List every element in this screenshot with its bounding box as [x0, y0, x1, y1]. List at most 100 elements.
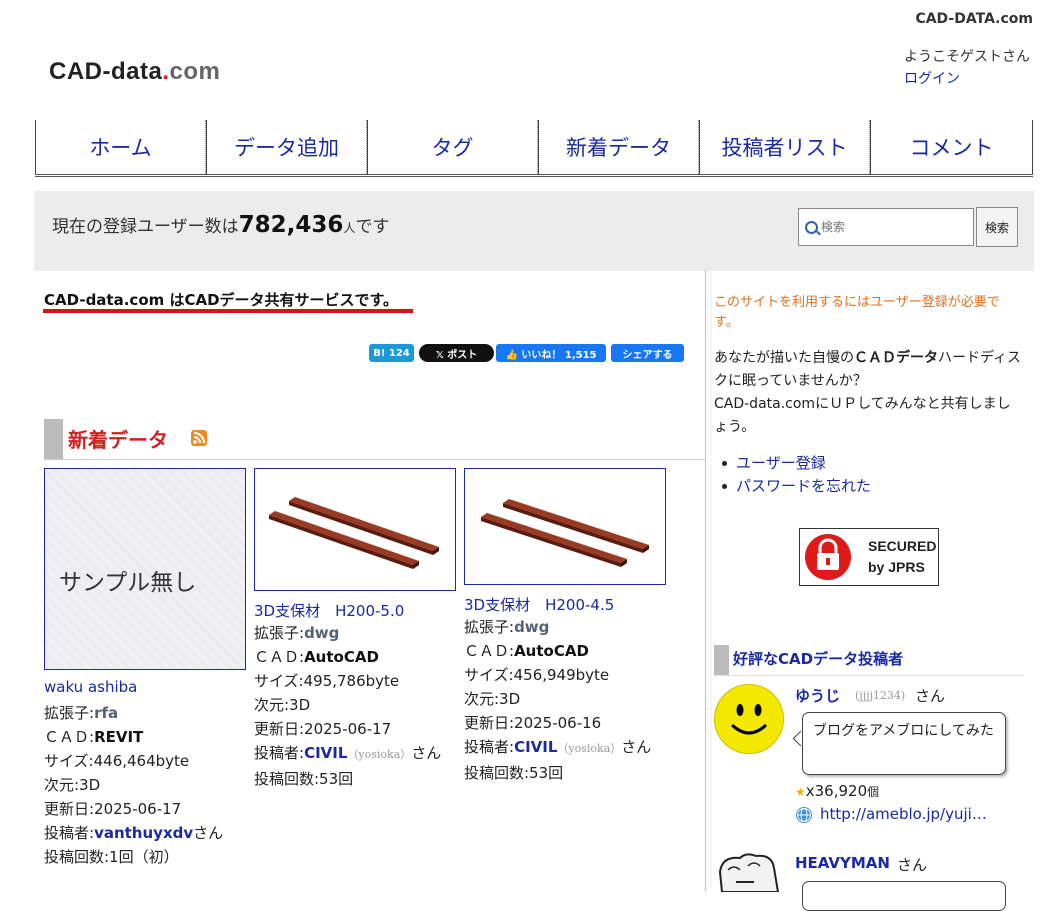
login-link[interactable]: ログイン — [904, 68, 960, 88]
globe-icon — [796, 807, 812, 823]
poster-link[interactable]: CIVIL — [514, 738, 557, 756]
post-count-text: 投稿回数:53回 — [254, 770, 354, 788]
nav-new-data[interactable]: 新着データ — [538, 120, 699, 174]
facebook-like-button[interactable]: 👍 いいね！ 1,515 — [496, 344, 606, 362]
logo-dot: . — [162, 58, 170, 85]
heavyman-avatar[interactable] — [716, 852, 784, 893]
section-divider — [44, 459, 705, 460]
ext-label: 拡張子: — [254, 624, 305, 642]
registration-note: このサイトを利用するにはユーザー登録が必要です。 — [714, 295, 1000, 330]
nav-add-data[interactable]: データ追加 — [206, 120, 367, 174]
column-divider — [705, 271, 706, 891]
nav-poster-list[interactable]: 投稿者リスト — [699, 120, 870, 174]
cad-label: ＣＡＤ: — [44, 728, 95, 746]
search-input[interactable] — [798, 208, 974, 246]
user-count-suffix: です — [355, 217, 390, 237]
user-count-text: 現在の登録ユーザー数は782,436人です — [52, 212, 389, 238]
user-count-number: 782,436 — [238, 212, 344, 238]
post-count-text: 投稿回数:1回（初） — [44, 848, 179, 866]
user-count-prefix: 現在の登録ユーザー数は — [52, 217, 239, 237]
speech-bubble: ブログをアメブロにしてみた — [802, 712, 1006, 775]
dimension-text: 次元:3D — [44, 776, 101, 794]
updated-text: 更新日:2025-06-16 — [464, 714, 602, 732]
beam-3d-image — [269, 497, 439, 569]
service-tagline: CAD-data.com はCADデータ共有サービスです。 — [44, 291, 399, 309]
tagline-underline — [43, 309, 413, 313]
poster-link[interactable]: CIVIL — [304, 744, 347, 762]
no-sample-text: サンプル無し — [59, 570, 197, 596]
poster-san: さん — [897, 856, 928, 874]
section-marker — [44, 419, 63, 459]
ext-label: 拡張子: — [464, 618, 515, 636]
poster-san: さん — [193, 824, 224, 842]
cad-value: AutoCAD — [304, 648, 379, 666]
popular-posters-heading: 好評なCADデータ投稿者 — [733, 650, 904, 668]
cad-value: AutoCAD — [514, 642, 589, 660]
main-nav: ホーム データ追加 タグ 新着データ 投稿者リスト コメント — [35, 120, 1033, 177]
search-button[interactable]: 検索 — [976, 207, 1018, 247]
new-data-heading: 新着データ — [68, 428, 168, 452]
ext-label: 拡張子: — [44, 704, 95, 722]
ext-link[interactable]: rfa — [94, 704, 118, 722]
data-thumbnail[interactable] — [464, 468, 666, 585]
register-link[interactable]: ユーザー登録 — [736, 454, 826, 472]
intro-emphasis: ＣＡＤデータ — [854, 350, 938, 366]
intro-part: あなたが描いた自慢の — [714, 350, 854, 366]
forgot-password-link[interactable]: パスワードを忘れた — [736, 477, 871, 495]
poster-label: 投稿者: — [44, 824, 95, 842]
updated-text: 更新日:2025-06-17 — [254, 720, 392, 738]
size-text: サイズ:446,464byte — [44, 752, 190, 770]
rss-icon[interactable] — [191, 430, 207, 446]
hatena-bookmark-button[interactable]: B! 124 — [369, 344, 414, 362]
smiley-avatar[interactable] — [714, 684, 784, 754]
points-text: ★x36,920個 — [795, 782, 879, 800]
updated-text: 更新日:2025-06-17 — [44, 800, 182, 818]
poster-handle: （yosioka） — [557, 742, 622, 755]
nav-tags[interactable]: タグ — [367, 120, 538, 174]
data-title-link[interactable]: 3D支保材 H200-5.0 — [254, 600, 404, 621]
poster-name-link[interactable]: ゆうじ — [795, 685, 840, 706]
character-avatar-icon — [718, 853, 780, 893]
size-text: サイズ:456,949byte — [464, 666, 610, 684]
poster-link[interactable]: vanthuyxdv — [94, 824, 193, 842]
nav-home[interactable]: ホーム — [35, 120, 206, 174]
nav-comments[interactable]: コメント — [870, 120, 1033, 174]
cad-value: REVIT — [94, 728, 144, 746]
list-item: パスワードを忘れた — [721, 475, 871, 498]
logo-part-1: CAD-data — [49, 58, 163, 85]
points-unit: 個 — [867, 785, 880, 799]
jprs-secured-text: SECURED — [868, 538, 937, 554]
poster-name-link[interactable]: HEAVYMAN — [795, 854, 890, 872]
data-title-link[interactable]: 3D支保材 H200-4.5 — [464, 594, 614, 615]
list-item: ユーザー登録 — [721, 452, 871, 475]
ext-link[interactable]: dwg — [304, 624, 339, 642]
beam-3d-image — [481, 499, 649, 567]
poster-url-link[interactable]: http://ameblo.jp/yuji… — [820, 805, 1010, 823]
search-icon — [805, 221, 818, 234]
smiley-face-icon — [730, 704, 768, 735]
section-marker — [714, 645, 729, 675]
data-thumbnail[interactable]: サンプル無し — [44, 468, 246, 670]
poster-label: 投稿者: — [254, 744, 305, 762]
data-thumbnail[interactable] — [254, 468, 456, 591]
jprs-secured-badge[interactable]: SECURED by JPRS — [799, 528, 939, 586]
logo-part-2: com — [169, 58, 221, 85]
site-tag: CAD-DATA.com — [915, 11, 1033, 27]
account-links: ユーザー登録 パスワードを忘れた — [721, 452, 871, 498]
ext-link[interactable]: dwg — [514, 618, 549, 636]
poster-handle: (jjjj1234) — [855, 689, 906, 702]
dimension-text: 次元:3D — [464, 690, 521, 708]
facebook-share-button[interactable]: シェアする — [611, 344, 684, 362]
poster-label: 投稿者: — [464, 738, 515, 756]
section-divider — [714, 675, 1024, 676]
intro-text: あなたが描いた自慢のＣＡＤデータハードディスクに眠っていませんか？ CAD-dat… — [714, 347, 1024, 439]
speech-bubble — [802, 881, 1006, 911]
jprs-by-text: by JPRS — [868, 559, 925, 575]
poster-san: さん — [621, 738, 652, 756]
star-icon: ★ — [795, 785, 806, 799]
site-logo[interactable]: CAD-data.com — [49, 58, 220, 86]
points-value: x36,920 — [805, 782, 868, 800]
data-title-link[interactable]: waku ashiba — [44, 678, 137, 696]
x-post-button[interactable]: 𝕏 ポスト — [419, 344, 494, 362]
post-count-text: 投稿回数:53回 — [464, 764, 564, 782]
